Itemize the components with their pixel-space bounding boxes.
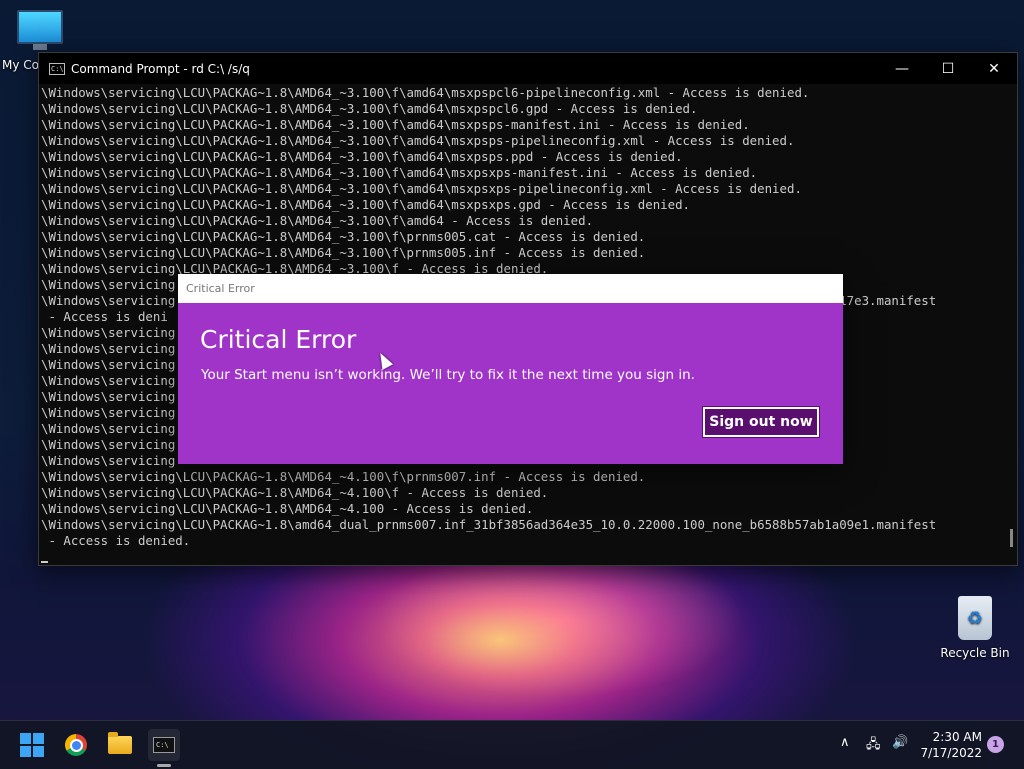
- dialog-titlebar: Critical Error: [178, 274, 843, 303]
- console-line: \Windows\servicing\LCU\PACKAG~1.8\AMD64_…: [41, 245, 646, 260]
- console-line: \Windows\servicing\LCU\PACKAG~1.8\AMD64_…: [41, 133, 795, 148]
- scrollbar-thumb[interactable]: [1010, 529, 1013, 547]
- dialog-message: Your Start menu isn’t working. We’ll try…: [201, 367, 695, 383]
- volume-icon[interactable]: 🔊: [892, 735, 908, 750]
- close-button[interactable]: ✕: [971, 53, 1017, 84]
- minimize-button[interactable]: —: [879, 53, 925, 84]
- console-line: \Windows\servicing\LCU\PACKAG~1.8\AMD64_…: [41, 117, 750, 132]
- console-line: \Windows\servicing\LCU\PACKAG~1.8\AMD64_…: [41, 197, 691, 212]
- recycle-bin-icon: ♻: [958, 596, 992, 640]
- text-cursor: [41, 561, 48, 563]
- notification-badge[interactable]: 1: [987, 736, 1004, 753]
- console-line: \Windows\servicing\LCU\PACKAG~1.8\AMD64_…: [41, 165, 758, 180]
- console-line: \Windows\servicing\LCU\PACKAG~1.8\AMD64_…: [41, 485, 549, 500]
- start-button[interactable]: [16, 729, 48, 761]
- sign-out-now-button[interactable]: Sign out now: [702, 406, 820, 438]
- command-prompt-icon: C:\: [49, 62, 65, 75]
- window-titlebar[interactable]: C:\ Command Prompt - rd C:\ /s/q — ☐ ✕: [39, 53, 1017, 84]
- active-indicator: [157, 764, 171, 767]
- maximize-button[interactable]: ☐: [925, 53, 971, 84]
- computer-icon: [17, 10, 63, 44]
- chrome-taskbar-button[interactable]: [60, 729, 92, 761]
- dialog-body: Critical Error Your Start menu isn’t wor…: [178, 303, 843, 464]
- console-line: \Windows\servicing\LCU\PACKAG~1.8\amd64_…: [41, 517, 937, 532]
- clock-date: 7/17/2022: [920, 746, 982, 760]
- console-line: \Windows\servicing\LCU\PACKAG~1.8\AMD64_…: [41, 101, 698, 116]
- windows-logo-icon: [20, 733, 44, 757]
- desktop-icon-label: Recycle Bin: [940, 646, 1010, 660]
- console-line: - Access is denied.: [41, 533, 191, 548]
- network-icon[interactable]: 🖧: [866, 735, 881, 757]
- critical-error-dialog: Critical Error Critical Error Your Start…: [178, 274, 843, 464]
- folder-icon: [108, 732, 132, 754]
- console-line: \Windows\servicing\LCU\PACKAG~1.8\AMD64_…: [41, 469, 646, 484]
- console-line: \Windows\servicing\LCU\PACKAG~1.8\AMD64_…: [41, 501, 534, 516]
- desktop-icon-recycle-bin[interactable]: ♻ Recycle Bin: [940, 596, 1010, 660]
- console-line: \Windows\servicing\LCU\PACKAG~1.8\AMD64_…: [41, 181, 802, 196]
- console-line: \Windows\servicing\LCU\PACKAG~1.8\AMD64_…: [41, 213, 594, 228]
- taskbar: C:\ ∧ 🖧 🔊 2:30 AM 7/17/2022: [0, 720, 1024, 769]
- console-line: \Windows\servicing\LCU\PACKAG~1.8\AMD64_…: [41, 85, 810, 100]
- dialog-heading: Critical Error: [200, 325, 357, 354]
- show-hidden-icons-chevron-icon[interactable]: ∧: [840, 735, 850, 750]
- console-line: \Windows\servicing\LCU\PACKAG~1.8\AMD64_…: [41, 149, 683, 164]
- chrome-icon: [65, 734, 87, 756]
- console-line: \Windows\servicing\LCU\PACKAG~1.8\AMD64_…: [41, 229, 646, 244]
- monitor-stand: [33, 44, 47, 50]
- clock-time: 2:30 AM: [932, 730, 982, 744]
- command-prompt-taskbar-button[interactable]: C:\: [148, 729, 180, 767]
- clock[interactable]: 2:30 AM 7/17/2022: [912, 729, 982, 761]
- window-title: Command Prompt - rd C:\ /s/q: [71, 61, 250, 76]
- file-explorer-taskbar-button[interactable]: [104, 729, 136, 761]
- terminal-icon: C:\: [153, 737, 175, 753]
